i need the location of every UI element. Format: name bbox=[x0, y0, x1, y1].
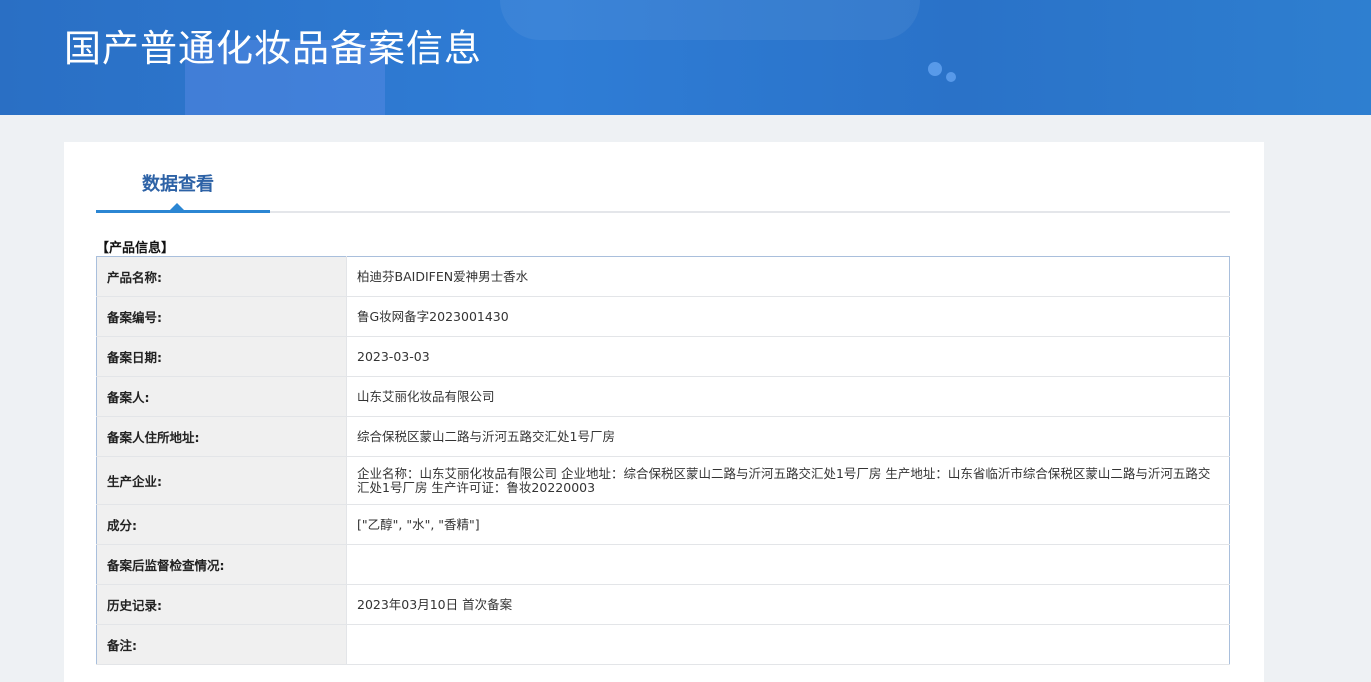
field-value: 综合保税区蒙山二路与沂河五路交汇处1号厂房 bbox=[346, 416, 1230, 457]
field-label: 生产企业: bbox=[96, 456, 347, 505]
field-value bbox=[346, 624, 1230, 665]
active-tab-caret-icon bbox=[170, 203, 184, 210]
field-value bbox=[346, 544, 1230, 585]
field-label: 备案日期: bbox=[96, 336, 347, 377]
header-decoration bbox=[500, 0, 920, 40]
field-value: 企业名称：山东艾丽化妆品有限公司 企业地址：综合保税区蒙山二路与沂河五路交汇处1… bbox=[346, 456, 1230, 505]
page-title: 国产普通化妆品备案信息 bbox=[64, 27, 482, 70]
field-label: 备案编号: bbox=[96, 296, 347, 337]
field-value: 2023年03月10日 首次备案 bbox=[346, 584, 1230, 625]
section-title: 【产品信息】 bbox=[96, 241, 175, 256]
field-label: 备案人住所地址: bbox=[96, 416, 347, 457]
field-label: 备案人: bbox=[96, 376, 347, 417]
table-row: 生产企业: 企业名称：山东艾丽化妆品有限公司 企业地址：综合保税区蒙山二路与沂河五… bbox=[96, 456, 1230, 505]
field-label: 备案后监督检查情况: bbox=[96, 544, 347, 585]
header-decoration bbox=[928, 62, 942, 76]
table-row: 备案后监督检查情况: bbox=[96, 544, 1230, 585]
field-value: ["乙醇", "水", "香精"] bbox=[346, 504, 1230, 545]
table-row: 产品名称: 柏迪芬BAIDIFEN爱神男士香水 bbox=[96, 256, 1230, 297]
field-value: 鲁G妆网备字2023001430 bbox=[346, 296, 1230, 337]
field-value: 2023-03-03 bbox=[346, 336, 1230, 377]
field-label: 成分: bbox=[96, 504, 347, 545]
field-label: 产品名称: bbox=[96, 256, 347, 297]
table-row: 备案编号: 鲁G妆网备字2023001430 bbox=[96, 296, 1230, 337]
page-header: 国产普通化妆品备案信息 bbox=[0, 0, 1371, 115]
table-row: 备案日期: 2023-03-03 bbox=[96, 336, 1230, 377]
product-info-table: 产品名称: 柏迪芬BAIDIFEN爱神男士香水 备案编号: 鲁G妆网备字2023001… bbox=[96, 256, 1230, 665]
content-card: 数据查看 【产品信息】 产品名称: 柏迪芬BAIDIFEN爱神男士香水 备案编号: 鲁… bbox=[64, 142, 1264, 682]
table-row: 成分: ["乙醇", "水", "香精"] bbox=[96, 504, 1230, 545]
table-row: 备注: bbox=[96, 624, 1230, 665]
table-row: 历史记录: 2023年03月10日 首次备案 bbox=[96, 584, 1230, 625]
field-value: 山东艾丽化妆品有限公司 bbox=[346, 376, 1230, 417]
active-tab-indicator bbox=[96, 210, 270, 213]
table-row: 备案人住所地址: 综合保税区蒙山二路与沂河五路交汇处1号厂房 bbox=[96, 416, 1230, 457]
field-value: 柏迪芬BAIDIFEN爱神男士香水 bbox=[346, 256, 1230, 297]
field-label: 备注: bbox=[96, 624, 347, 665]
field-label: 历史记录: bbox=[96, 584, 347, 625]
tab-data-view[interactable]: 数据查看 bbox=[142, 170, 214, 196]
table-row: 备案人: 山东艾丽化妆品有限公司 bbox=[96, 376, 1230, 417]
header-decoration bbox=[946, 72, 956, 82]
